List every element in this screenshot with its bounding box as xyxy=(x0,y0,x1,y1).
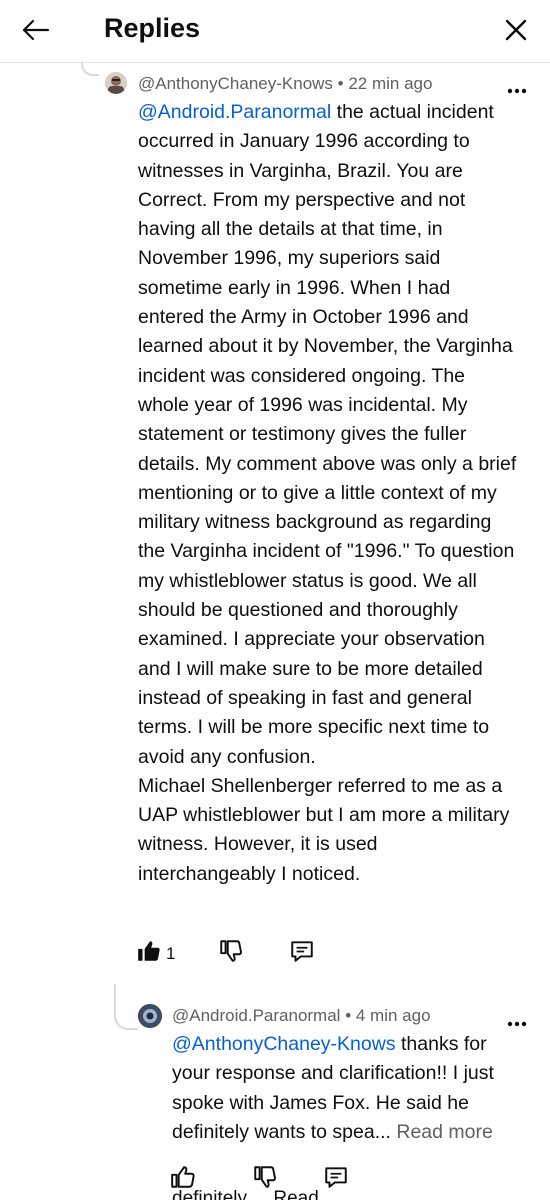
comment-icon xyxy=(325,1167,347,1188)
like-button[interactable] xyxy=(136,938,162,969)
comment-text: @Android.Paranormal the actual incident … xyxy=(138,98,518,889)
back-button[interactable] xyxy=(18,12,54,48)
meta-separator: • xyxy=(345,1006,352,1025)
close-icon xyxy=(505,19,527,41)
thumb-up-icon xyxy=(171,1166,195,1188)
author-handle[interactable]: @AnthonyChaney-Knows xyxy=(138,74,333,93)
more-vert-icon xyxy=(507,88,527,94)
mention-link[interactable]: @AnthonyChaney-Knows xyxy=(172,1033,396,1055)
like-count: 1 xyxy=(166,944,176,963)
meta-separator: • xyxy=(337,74,344,93)
more-options-button[interactable] xyxy=(506,83,528,94)
reply-meta: @AnthonyChaney-Knows • 22 min ago xyxy=(138,74,432,94)
thumb-down-icon xyxy=(220,940,242,962)
avatar-image-icon xyxy=(105,72,127,94)
reply-meta: @Android.Paranormal • 4 min ago xyxy=(172,1006,431,1026)
thumb-up-icon xyxy=(138,941,160,961)
timestamp: 22 min ago xyxy=(348,74,433,93)
dislike-button[interactable] xyxy=(218,938,244,969)
reply-button[interactable] xyxy=(323,1164,349,1195)
replies-header: Replies xyxy=(0,0,550,63)
more-options-button[interactable] xyxy=(506,1016,528,1027)
mention-link[interactable]: @Android.Paranormal xyxy=(138,101,331,123)
partial-next-comment: definitely ... Read xyxy=(172,1188,319,1200)
thumb-down-icon xyxy=(254,1166,276,1188)
more-vert-icon xyxy=(507,1021,527,1027)
avatar-image-icon xyxy=(138,1004,162,1028)
thread-connector xyxy=(114,984,138,1030)
comment-icon xyxy=(291,941,313,962)
comment-body: the actual incident occurred in January … xyxy=(138,101,517,885)
close-button[interactable] xyxy=(498,12,534,48)
avatar[interactable] xyxy=(138,1004,162,1028)
avatar[interactable] xyxy=(105,72,127,94)
back-arrow-icon xyxy=(22,19,50,41)
timestamp: 4 min ago xyxy=(355,1006,431,1025)
author-handle[interactable]: @Android.Paranormal xyxy=(172,1006,340,1025)
read-more-link[interactable]: Read more xyxy=(396,1121,492,1143)
thread-connector xyxy=(81,62,99,76)
page-title: Replies xyxy=(104,13,201,43)
comment-text: @AnthonyChaney-Knows thanks for your res… xyxy=(172,1030,522,1147)
reply-button[interactable] xyxy=(289,938,315,969)
